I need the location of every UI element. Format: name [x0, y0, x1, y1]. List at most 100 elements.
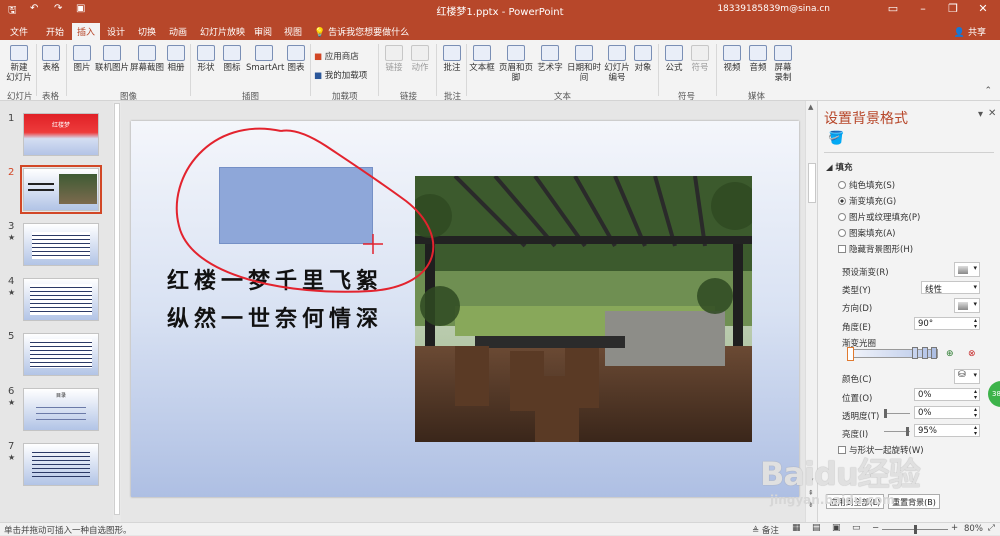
- new-slide-button[interactable]: 新建 幻灯片: [4, 45, 34, 83]
- scroll-thumb[interactable]: [808, 163, 816, 203]
- pane-title: 设置背景格式: [824, 111, 908, 127]
- fit-to-window-icon[interactable]: ⤢: [988, 523, 995, 533]
- pane-divider: [824, 152, 994, 153]
- slide-thumbnail-4[interactable]: [23, 278, 99, 321]
- current-slide[interactable]: 红楼一梦千里飞絮 纵然一世奈何情深: [131, 121, 799, 497]
- add-gradient-stop-icon[interactable]: ⊕: [946, 349, 954, 359]
- tab-slideshow[interactable]: 幻灯片放映: [200, 25, 245, 38]
- type-dropdown[interactable]: 线性 ▾: [921, 281, 980, 295]
- screen-recording-button[interactable]: 屏幕 录制: [771, 45, 795, 83]
- position-spinner[interactable]: 0% ▴ ▾: [914, 388, 980, 401]
- account-name[interactable]: 18339185839m@sina.cn: [717, 4, 830, 14]
- gradient-fill-option[interactable]: 渐变填充(G): [838, 195, 896, 207]
- color-picker-dropdown[interactable]: ⛁ ▾: [954, 369, 980, 384]
- video-button[interactable]: 视频: [720, 45, 744, 73]
- tab-transitions[interactable]: 切换: [138, 25, 156, 38]
- tab-animations[interactable]: 动画: [169, 25, 187, 38]
- picture-fill-option[interactable]: 图片或纹理填充(P): [838, 211, 920, 223]
- tab-design[interactable]: 设计: [107, 25, 125, 38]
- object-button[interactable]: 对象: [632, 45, 654, 73]
- gradient-stop-handle[interactable]: [922, 347, 928, 359]
- zoom-out-icon[interactable]: −: [872, 523, 879, 533]
- slide-thumbnail-5[interactable]: [23, 333, 99, 376]
- equation-button[interactable]: 公式: [662, 45, 686, 73]
- icons-button[interactable]: 图标: [220, 45, 244, 73]
- symbol-button[interactable]: 符号: [688, 45, 712, 73]
- paint-bucket-icon[interactable]: 🪣: [828, 131, 844, 146]
- tell-me-search[interactable]: 💡 告诉我您想要做什么: [314, 25, 409, 38]
- slide-thumbnail-7[interactable]: [23, 443, 99, 486]
- slide-sorter-icon[interactable]: ▤: [812, 523, 821, 533]
- scroll-up-icon[interactable]: ▲: [808, 103, 813, 111]
- my-addins-button[interactable]: ■ 我的加载项: [314, 69, 367, 81]
- transparency-slider[interactable]: [884, 413, 910, 414]
- slide-number-button[interactable]: 幻灯片 编号: [604, 45, 630, 83]
- link-button[interactable]: 链接: [382, 45, 406, 73]
- comment-button[interactable]: 批注: [440, 45, 464, 73]
- minimize-icon[interactable]: –: [908, 2, 938, 15]
- pattern-fill-option[interactable]: 图案填充(A): [838, 227, 895, 239]
- slide-thumbnail-3[interactable]: [23, 223, 99, 266]
- slide-thumbnail-1[interactable]: 红楼梦: [23, 113, 99, 156]
- gradient-stop-handle[interactable]: [931, 347, 937, 359]
- gradient-stop-handle[interactable]: [847, 347, 854, 361]
- reset-background-button[interactable]: 重置背景(B): [888, 494, 940, 509]
- close-icon[interactable]: ✕: [968, 2, 998, 15]
- zoom-slider-thumb[interactable]: [914, 525, 917, 534]
- collapse-ribbon-icon[interactable]: ⌃: [984, 86, 992, 96]
- online-pictures-button[interactable]: 联机图片: [95, 45, 129, 73]
- gradient-stop-handle[interactable]: [912, 347, 918, 359]
- angle-spinner[interactable]: 90° ▴ ▾: [914, 317, 980, 330]
- thumbnail-scroll-thumb[interactable]: [114, 103, 120, 515]
- audio-button[interactable]: 音频: [746, 45, 770, 73]
- hide-background-graphics-checkbox[interactable]: 隐藏背景图形(H): [838, 243, 913, 255]
- fill-section-header[interactable]: ◢ 填充: [826, 161, 853, 173]
- reading-view-icon[interactable]: ▣: [832, 523, 841, 533]
- tab-review[interactable]: 审阅: [254, 25, 272, 38]
- slideshow-view-icon[interactable]: ▭: [852, 523, 861, 533]
- screenshot-button[interactable]: 屏幕截图: [130, 45, 164, 73]
- smartart-button[interactable]: SmartArt: [246, 45, 284, 73]
- table-button[interactable]: 表格: [38, 45, 64, 73]
- preset-gradients-dropdown[interactable]: ▾: [954, 262, 980, 277]
- textbox-button[interactable]: 文本框: [468, 45, 496, 73]
- direction-dropdown[interactable]: ▾: [954, 298, 980, 313]
- photo-album-button[interactable]: 相册: [165, 45, 187, 73]
- smartart-icon: [255, 45, 273, 61]
- slide-thumbnail-2[interactable]: [20, 165, 102, 214]
- ribbon-options-icon[interactable]: ▭: [878, 2, 908, 15]
- action-button[interactable]: 动作: [408, 45, 432, 73]
- brightness-slider-thumb[interactable]: [906, 427, 909, 436]
- date-time-button[interactable]: 日期和时间: [564, 45, 604, 83]
- notes-button[interactable]: ≜ 备注: [752, 524, 779, 536]
- thumb-1-title: 红楼梦: [51, 122, 70, 129]
- slide-thumbnail-6[interactable]: 目录: [23, 388, 99, 431]
- remove-gradient-stop-icon[interactable]: ⊗: [968, 349, 976, 359]
- tab-home[interactable]: 开始: [46, 25, 64, 38]
- new-slide-label: 新建 幻灯片: [6, 63, 32, 83]
- pane-options-icon[interactable]: ▾: [978, 109, 983, 120]
- thumbnail-scrollbar[interactable]: [113, 101, 121, 522]
- solid-fill-option[interactable]: 纯色填充(S): [838, 179, 895, 191]
- transparency-slider-thumb[interactable]: [884, 409, 887, 418]
- chart-button[interactable]: 图表: [284, 45, 308, 73]
- tab-view[interactable]: 视图: [284, 25, 302, 38]
- wordart-button[interactable]: 艺术字: [537, 45, 563, 73]
- header-footer-button[interactable]: 页眉和页脚: [496, 45, 536, 83]
- freehand-ink-annotation[interactable]: [131, 121, 799, 497]
- store-button[interactable]: ■ 应用商店: [314, 50, 359, 62]
- zoom-in-icon[interactable]: +: [951, 523, 958, 533]
- brightness-spinner[interactable]: 95% ▴ ▾: [914, 424, 980, 437]
- tab-file[interactable]: 文件: [10, 25, 28, 38]
- thumb-text-line: [28, 183, 54, 185]
- transparency-spinner[interactable]: 0% ▴ ▾: [914, 406, 980, 419]
- normal-view-icon[interactable]: ▦: [792, 523, 801, 533]
- pane-close-icon[interactable]: ✕: [988, 108, 996, 119]
- floating-badge[interactable]: 38: [988, 381, 1000, 407]
- pictures-button[interactable]: 图片: [70, 45, 94, 73]
- tab-insert[interactable]: 插入: [72, 23, 101, 40]
- zoom-level[interactable]: 80%: [964, 524, 983, 534]
- shapes-button[interactable]: 形状: [194, 45, 218, 73]
- maximize-icon[interactable]: ❐: [938, 2, 968, 15]
- share-button[interactable]: 👤 共享: [954, 25, 986, 38]
